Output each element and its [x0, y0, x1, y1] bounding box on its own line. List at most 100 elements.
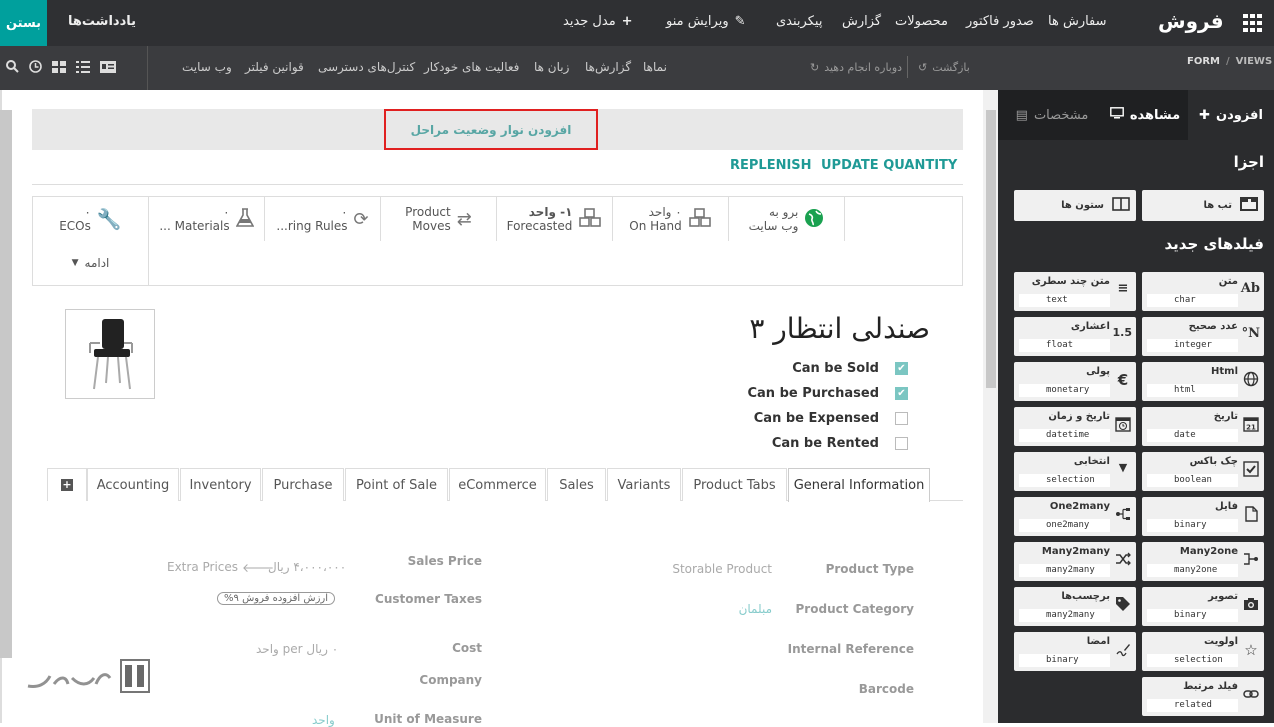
stat-reordering-rules-button[interactable]: ۰ ...ring Rules ⟳: [265, 197, 381, 241]
stat-more-button[interactable]: ▼ ادامه: [33, 241, 149, 285]
field-one2many[interactable]: One2many one2many: [1014, 497, 1136, 536]
nav-config[interactable]: پیکربندی: [776, 14, 822, 29]
cost-value[interactable]: ۰ ریال per واحد: [256, 642, 338, 656]
product-category-value[interactable]: مبلمان: [739, 602, 772, 616]
field-html[interactable]: Html html: [1142, 362, 1264, 401]
left-scrollbar[interactable]: [0, 110, 12, 658]
tab-product-tabs[interactable]: Product Tabs: [682, 468, 787, 501]
svg-text:21: 21: [1246, 424, 1256, 432]
menu-languages[interactable]: زبان ها: [534, 60, 569, 74]
tab-accounting[interactable]: Accounting: [87, 468, 179, 501]
add-status-bar-button[interactable]: افزودن نوار وضعیت مراحل: [384, 109, 598, 150]
redo-button[interactable]: دوباره انجام دهید ↻: [810, 61, 902, 74]
nav-products[interactable]: محصولات: [895, 14, 948, 29]
breadcrumb-views[interactable]: VIEWS: [1236, 56, 1273, 67]
apps-grid-icon[interactable]: [1243, 14, 1263, 32]
field-char[interactable]: Ab متن char: [1142, 272, 1264, 311]
field-many2one[interactable]: Many2one many2one: [1142, 542, 1264, 581]
search-icon[interactable]: [6, 60, 19, 77]
clock-icon[interactable]: [29, 60, 42, 77]
globe-icon: [804, 208, 824, 231]
stat-product-moves-button[interactable]: Product Moves ⇄: [381, 197, 497, 241]
field-integer[interactable]: N° عدد صحیح integer: [1142, 317, 1264, 356]
field-float[interactable]: 1.5 اعشاری float: [1014, 317, 1136, 356]
add-tab-button[interactable]: +: [47, 468, 87, 501]
tab-general-information[interactable]: General Information: [788, 468, 930, 502]
sales-price-value[interactable]: ۴،۰۰۰،۰۰۰ ریال: [268, 560, 346, 574]
kanban-view-icon[interactable]: [52, 60, 66, 77]
field-signature[interactable]: امضا binary: [1014, 632, 1136, 671]
can-be-sold-checkbox[interactable]: ✔: [895, 362, 908, 375]
close-button[interactable]: بستن: [0, 0, 47, 46]
stat-ecos-button[interactable]: ۰ ECOs 🔧: [33, 197, 149, 241]
form-view-icon[interactable]: [100, 60, 116, 77]
tab-variants[interactable]: Variants: [607, 468, 681, 501]
arrow-left-icon: 🡐: [242, 561, 275, 575]
nav-invoicing[interactable]: صدور فاکتور: [966, 14, 1034, 29]
caret-down-icon: ▼: [71, 258, 79, 268]
divider: [907, 56, 908, 78]
nav-report[interactable]: گزارش: [842, 14, 881, 29]
field-boolean[interactable]: چک باکس boolean: [1142, 452, 1264, 491]
replenish-button[interactable]: REPLENISH: [730, 158, 812, 173]
columns-icon: [1112, 196, 1130, 215]
undo-button[interactable]: بازگشت ↺: [918, 61, 970, 74]
field-priority[interactable]: ☆ اولویت selection: [1142, 632, 1264, 671]
field-selection[interactable]: ▼ انتخابی selection: [1014, 452, 1136, 491]
app-title: فروش: [1158, 9, 1224, 33]
many2one-icon: [1242, 551, 1260, 569]
tab-purchase[interactable]: Purchase: [262, 468, 344, 501]
can-be-expensed-checkbox[interactable]: [895, 412, 908, 425]
product-type-value[interactable]: Storable Product: [672, 562, 772, 576]
list-view-icon[interactable]: [76, 60, 90, 77]
extra-prices-button[interactable]: Extra Prices 🡐: [167, 560, 274, 575]
tab-inventory[interactable]: Inventory: [180, 468, 261, 501]
stat-website-button[interactable]: برو به وب سایت: [729, 197, 845, 241]
field-text[interactable]: ≡ متن چند سطری text: [1014, 272, 1136, 311]
field-monetary[interactable]: € پولی monetary: [1014, 362, 1136, 401]
breadcrumb: FORM / VIEWS: [1187, 56, 1273, 67]
cost-label: Cost: [452, 641, 482, 655]
field-tags[interactable]: برچسب‌ها many2many: [1014, 587, 1136, 626]
notes-link[interactable]: یادداشت‌ها: [68, 14, 136, 29]
edit-menu-link[interactable]: ✎ ویرایش منو: [666, 14, 746, 29]
new-model-link[interactable]: + مدل جدید: [563, 14, 633, 29]
can-be-purchased-checkbox[interactable]: ✔: [895, 387, 908, 400]
uom-value[interactable]: واحد: [312, 713, 335, 727]
tab-point-of-sale[interactable]: Point of Sale: [345, 468, 448, 501]
sidebar-tab-properties[interactable]: مشخصات ▤: [1002, 90, 1102, 140]
tax-tag[interactable]: ارزش افزوده فروش ۹%: [217, 592, 336, 605]
plus-square-icon: +: [61, 478, 73, 491]
update-quantity-button[interactable]: UPDATE QUANTITY: [821, 158, 957, 173]
field-binary-file[interactable]: فایل binary: [1142, 497, 1264, 536]
undo-icon: ↺: [918, 61, 928, 74]
field-image[interactable]: تصویر binary: [1142, 587, 1264, 626]
stat-onhand-button[interactable]: ۰ واحد On Hand: [613, 197, 729, 241]
nav-orders[interactable]: سفارش ها: [1048, 14, 1107, 29]
menu-auto-actions[interactable]: فعالیت های خودکار: [424, 60, 519, 74]
product-name[interactable]: صندلی انتظار ۳: [600, 312, 930, 345]
tab-sales[interactable]: Sales: [547, 468, 606, 501]
menu-website[interactable]: وب سایت: [182, 60, 232, 74]
file-icon: [1242, 506, 1260, 524]
component-tabs[interactable]: تب ها: [1142, 190, 1264, 221]
field-date[interactable]: 21 تاریخ date: [1142, 407, 1264, 446]
product-image[interactable]: [65, 309, 155, 399]
menu-views[interactable]: نماها: [643, 60, 667, 74]
menu-filter-rules[interactable]: قوانین فیلتر: [245, 60, 304, 74]
field-related[interactable]: فیلد مرتبط related: [1142, 677, 1264, 716]
field-many2many[interactable]: Many2many many2many: [1014, 542, 1136, 581]
right-scrollbar[interactable]: [986, 110, 996, 388]
menu-access-control[interactable]: کنترل‌های دسترسی: [318, 60, 415, 74]
stat-bom-button[interactable]: ۰... Materials: [149, 197, 265, 241]
stat-forecasted-button[interactable]: ۱- واحد Forecasted: [497, 197, 613, 241]
sidebar-tab-view[interactable]: مشاهده: [1102, 90, 1188, 140]
sidebar-tab-add[interactable]: افزودن ✚: [1188, 90, 1274, 140]
exchange-icon: ⇄: [456, 208, 472, 230]
tab-ecommerce[interactable]: eCommerce: [449, 468, 546, 501]
menu-reports[interactable]: گزارش‌ها: [585, 60, 631, 74]
can-be-rented-checkbox[interactable]: [895, 437, 908, 450]
can-be-expensed-row: Can be Expensed: [754, 411, 908, 426]
field-datetime[interactable]: تاریخ و زمان datetime: [1014, 407, 1136, 446]
component-columns[interactable]: ستون ها: [1014, 190, 1136, 221]
